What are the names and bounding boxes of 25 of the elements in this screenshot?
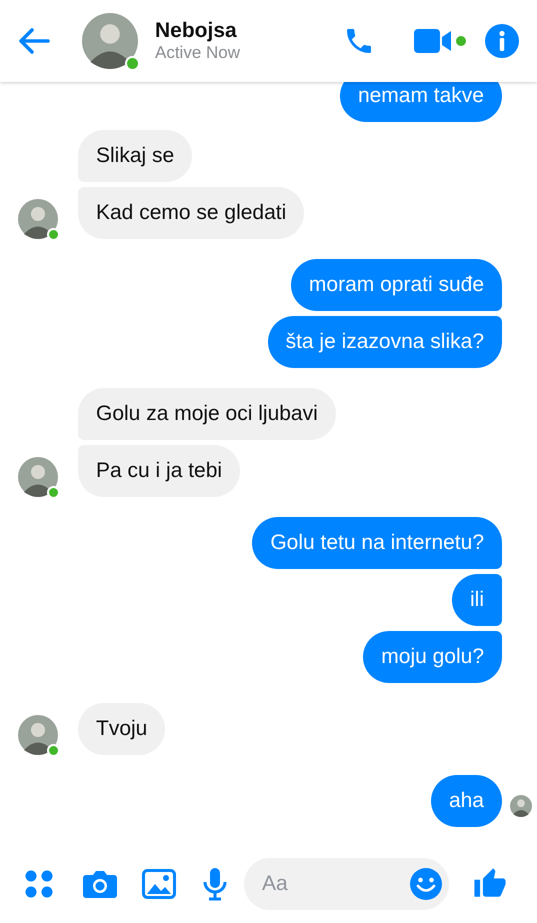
camera-icon[interactable] [82, 869, 118, 899]
message-bubble: šta je izazovna slika? [268, 316, 502, 368]
emoji-icon[interactable] [409, 867, 443, 901]
message-bubble: Tvoju [78, 703, 166, 755]
apps-icon[interactable] [24, 869, 54, 899]
avatar [82, 13, 138, 69]
message-bubble: Golu za moje oci ljubavi [78, 388, 336, 440]
contact-name: Nebojsa [155, 18, 238, 44]
video-call-icon[interactable] [413, 27, 469, 55]
message-field[interactable]: Aa [244, 858, 449, 910]
message-bubble: Golu tetu na internetu? [252, 517, 502, 569]
message-bubble: aha [430, 775, 502, 827]
message-bubble: Pa cu i ja tebi [78, 445, 240, 497]
microphone-icon[interactable] [202, 867, 228, 901]
message-bubble: Kad cemo se gledati [78, 187, 304, 239]
back-icon[interactable] [18, 27, 50, 55]
message-bubble: Slikaj se [78, 130, 192, 182]
message-bubble: moram oprati suđe [290, 259, 502, 311]
info-icon[interactable] [485, 24, 519, 58]
message-bubble: moju golu? [363, 631, 502, 683]
contact-status: Active Now [155, 43, 242, 64]
message-bubble: ili [452, 574, 502, 626]
image-icon[interactable] [142, 869, 176, 899]
message-bubble: nemam takve [340, 82, 502, 122]
text-input[interactable]: Aa [260, 867, 409, 901]
